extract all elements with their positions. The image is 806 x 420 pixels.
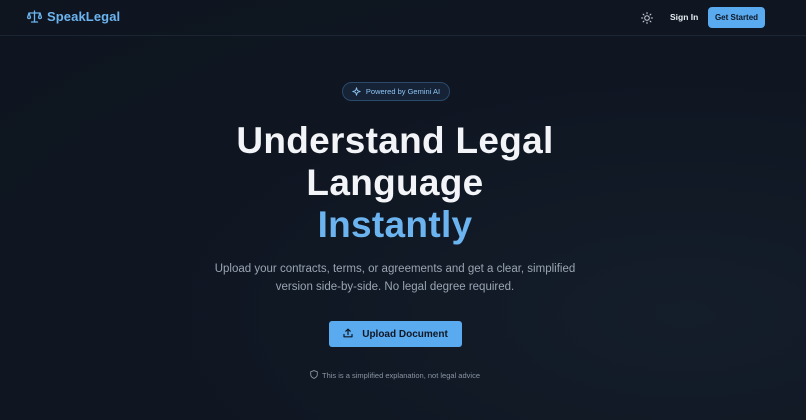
upload-document-label: Upload Document [362, 328, 448, 340]
shield-icon [310, 366, 318, 384]
sparkle-icon [352, 83, 361, 101]
scale-icon [27, 10, 42, 23]
hero-subtitle-line1: Upload your contracts, terms, or agreeme… [214, 263, 576, 275]
hero-heading-line1: Understand Legal [236, 120, 554, 161]
badge-label: Powered by Gemini AI [365, 87, 441, 96]
sun-icon [640, 12, 654, 29]
powered-by-badge: Powered by Gemini AI [342, 82, 450, 101]
legal-disclaimer: This is a simplified explanation, not le… [0, 366, 790, 384]
brand-name: SpeakLegal [47, 9, 121, 24]
top-navbar: SpeakLegal Sign In Get Started [0, 0, 806, 36]
theme-toggle-button[interactable] [640, 11, 654, 25]
sign-in-link[interactable]: Sign In [670, 12, 698, 22]
hero-subtitle: Upload your contracts, terms, or agreeme… [0, 260, 790, 296]
hero-subtitle-line2: version side-by-side. No legal degree re… [275, 281, 515, 293]
hero-heading-line2: Language [306, 162, 484, 203]
get-started-button[interactable]: Get Started [708, 7, 765, 28]
brand-logo[interactable]: SpeakLegal [27, 9, 120, 24]
hero-heading: Understand Legal Language Instantly [0, 120, 790, 246]
hero-heading-accent: Instantly [317, 204, 473, 245]
upload-icon [343, 325, 353, 343]
upload-document-button[interactable]: Upload Document [329, 321, 462, 347]
disclaimer-text: This is a simplified explanation, not le… [321, 370, 480, 380]
